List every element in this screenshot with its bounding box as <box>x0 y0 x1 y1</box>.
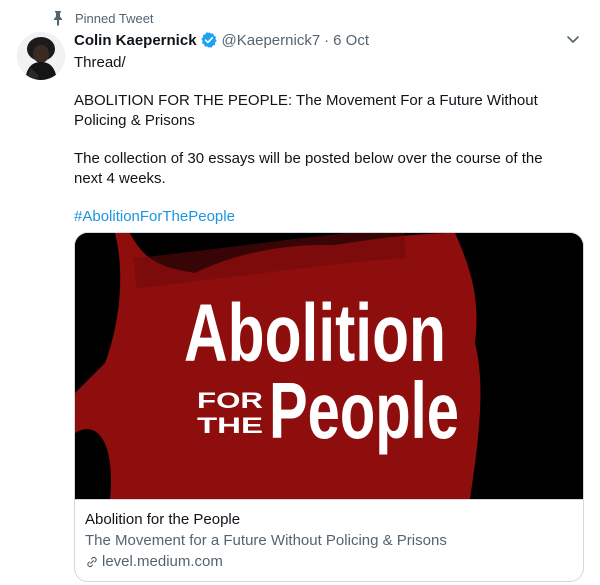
card-info: Abolition for the People The Movement fo… <box>75 499 583 581</box>
hashtag-link[interactable]: #AbolitionForThePeople <box>74 208 235 225</box>
author-handle[interactable]: @Kaepernick7 <box>222 32 321 49</box>
card-description: The Movement for a Future Without Polici… <box>85 532 447 549</box>
verified-badge-icon <box>200 32 217 48</box>
card-image-small1: FOR <box>197 388 263 413</box>
card-image: Abolition FOR THE People <box>75 233 583 499</box>
avatar[interactable] <box>17 32 65 80</box>
separator-dot: · <box>324 31 330 49</box>
avatar-image <box>17 32 65 80</box>
tweet-date[interactable]: 6 Oct <box>333 32 369 49</box>
link-preview-card[interactable]: Abolition FOR THE People Abolition for t… <box>74 232 584 582</box>
card-domain-text: level.medium.com <box>102 553 223 570</box>
tweet-header: Colin Kaepernick @Kaepernick7 · 6 Oct <box>74 29 560 51</box>
card-image-word2: People <box>269 366 459 455</box>
link-icon <box>87 556 97 567</box>
tweet-line-description: The collection of 30 essays will be post… <box>74 150 547 187</box>
card-domain: level.medium.com <box>85 551 573 572</box>
pinned-text: Pinned Tweet <box>75 10 154 26</box>
card-image-small2: THE <box>197 413 263 438</box>
chevron-down-icon[interactable] <box>565 31 581 47</box>
pin-icon <box>54 11 62 26</box>
tweet-line-title: ABOLITION FOR THE PEOPLE: The Movement F… <box>74 92 542 129</box>
card-image-artwork: Abolition FOR THE People <box>75 233 583 499</box>
tweet-text: Thread/ ABOLITION FOR THE PEOPLE: The Mo… <box>74 53 574 245</box>
author-name[interactable]: Colin Kaepernick <box>74 32 197 49</box>
tweet-line-thread: Thread/ <box>74 54 126 71</box>
card-title: Abolition for the People <box>85 511 241 528</box>
pinned-tweet-label: Pinned Tweet <box>53 9 154 27</box>
